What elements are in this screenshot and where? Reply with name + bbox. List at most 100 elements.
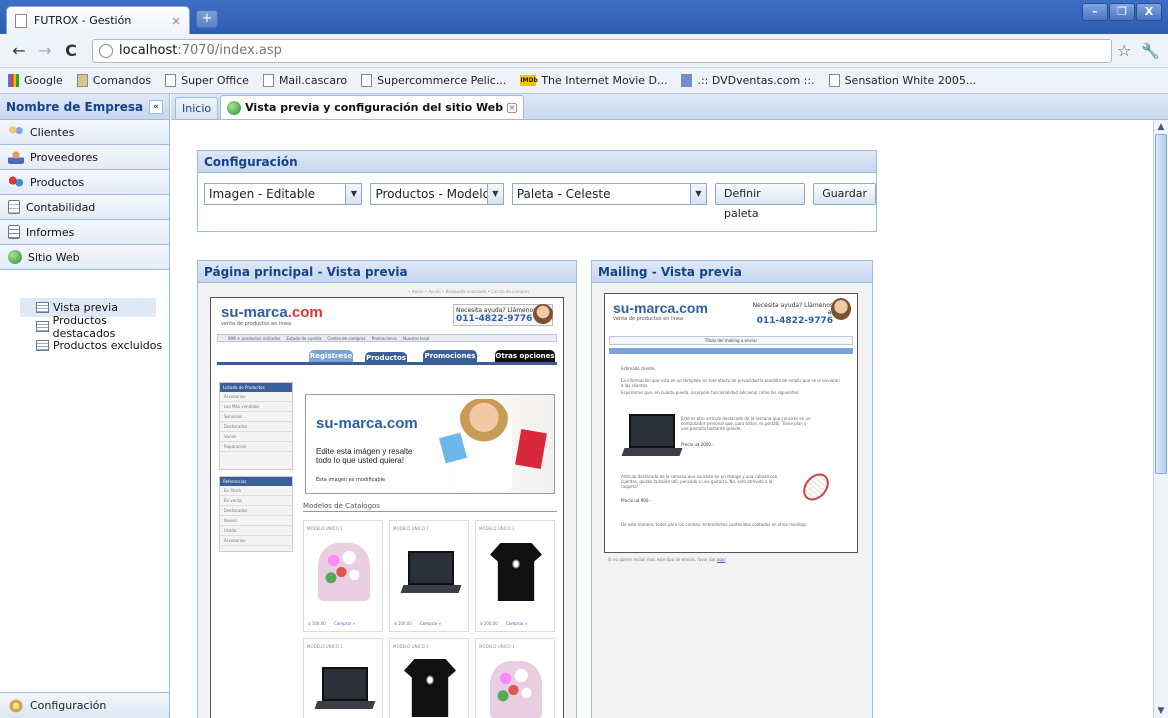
site-linkbar: 999 + productos visitados Estado de cuen… [217, 334, 557, 342]
mailing-paragraph: La información que está en un template e… [621, 378, 840, 388]
url-host: localhost [119, 43, 178, 58]
site-preview[interactable]: su-marca.com venta de productos en linea… [210, 297, 564, 718]
products-icon [8, 175, 24, 189]
forward-button[interactable]: → [34, 41, 56, 60]
chevron-down-icon: ▼ [689, 184, 706, 204]
imdb-icon: IMDb [520, 75, 538, 86]
homepage-preview-title: Página principal - Vista previa [198, 261, 576, 283]
browser-tab[interactable]: FUTROX - Gestión × [6, 6, 190, 34]
wrench-icon[interactable]: 🔧 [1141, 42, 1160, 60]
bookmark-google[interactable]: Google [8, 74, 63, 87]
palette-select[interactable]: Paleta - Celeste ▼ [511, 183, 707, 205]
dvd-icon [681, 74, 693, 87]
menu-tab-promociones: Promociones [423, 350, 477, 362]
sitio-web-tree: Vista previa Productos destacados Produc… [0, 270, 169, 355]
mailing-tagline: venta de productos en linea [613, 316, 684, 322]
page-icon [165, 74, 177, 87]
reload-button[interactable]: C [60, 41, 82, 60]
scroll-up-icon[interactable]: ▲ [1156, 122, 1166, 132]
supplier-icon [8, 150, 24, 164]
site-top-links: • Home • Ayuda • Búsqueda avanzada • Car… [408, 289, 530, 294]
scroll-down-icon[interactable]: ▼ [1156, 706, 1166, 716]
bookmark-sensation[interactable]: Sensation White 2005... [828, 74, 976, 87]
product-card[interactable]: MODELO UNICO 1 [389, 638, 469, 718]
ledger-icon [8, 200, 20, 214]
product-card[interactable]: MODELO UNICO 1 [303, 638, 383, 718]
address-bar[interactable]: localhost :7070/index.asp [92, 38, 1112, 63]
product-card[interactable]: MODELO UNICO 1 $ 100.00 Comprar » [389, 520, 469, 632]
sidebar-item-contabilidad[interactable]: Contabilidad [0, 195, 169, 220]
banner-note: Esta imagen es modificable [316, 477, 386, 483]
unsubscribe-link[interactable]: aquí [717, 557, 726, 562]
bookmark-imdb[interactable]: IMDb The Internet Movie D... [520, 74, 667, 87]
form-icon [36, 321, 49, 332]
product-card[interactable]: MODELO UNICO 1 $ 100.00 Comprar » [475, 520, 555, 632]
image-select[interactable]: Imagen - Editable ▼ [204, 183, 363, 205]
tree-item-productos-excluidos[interactable]: Productos excluidos [20, 336, 169, 355]
mailing-preview-title: Mailing - Vista previa [592, 261, 872, 283]
product-card[interactable]: MODELO UNICO 1 $ 100.00 Comprar » [303, 520, 383, 632]
globe-icon [8, 250, 22, 264]
menu-tab-registrese: Registrese [309, 350, 353, 362]
sidebar-item-clientes[interactable]: Clientes [0, 120, 169, 145]
sidebar-item-informes[interactable]: Informes [0, 220, 169, 245]
support-avatar [533, 304, 553, 324]
users-icon [8, 125, 24, 139]
content-scrollbar[interactable]: ▲ ▼ [1153, 120, 1168, 718]
close-icon[interactable]: × [171, 14, 181, 28]
bookmark-dvdventas[interactable]: .:: DVDventas.com ::. [681, 74, 815, 87]
app: Nombre de Empresa « Clientes Proveedores… [0, 94, 1168, 718]
sidebar-header: Nombre de Empresa « [0, 94, 169, 120]
page-icon [361, 74, 373, 87]
back-button[interactable]: ← [8, 41, 30, 60]
product-card[interactable]: MODELO UNICO 1 [475, 638, 555, 718]
bookmark-super-office[interactable]: Super Office [165, 74, 249, 87]
sidebar-item-productos[interactable]: Productos [0, 170, 169, 195]
sidebar-item-sitio-web[interactable]: Sitio Web [0, 245, 169, 270]
banner-logo: su-marca.com [316, 415, 418, 432]
star-icon[interactable]: ☆ [1117, 41, 1131, 60]
new-tab-button[interactable]: + [196, 10, 218, 28]
page-icon [262, 74, 274, 87]
sidebar-item-configuracion[interactable]: Configuración [0, 692, 169, 718]
bookmark-supercommerce[interactable]: Supercommerce Pelic... [361, 74, 506, 87]
mailing-preview-panel: Mailing - Vista previa su-marca.com vent… [591, 260, 873, 718]
collapse-icon[interactable]: « [149, 99, 163, 114]
company-name: Nombre de Empresa [6, 99, 144, 114]
products-model-select[interactable]: Productos - Modelo 1 ▼ [370, 183, 504, 205]
mailing-help: Necesita ayuda? Llámenos al 011-4822-977… [752, 302, 833, 326]
mailing-unsubscribe: Si no quiere recibir mas este tipo de em… [608, 557, 726, 562]
menu-underline [217, 362, 557, 365]
bookmark-comandos[interactable]: Comandos [76, 74, 151, 87]
flowers-image [490, 661, 542, 718]
catalog-title: Modelos de Catalogos [303, 502, 380, 510]
report-icon [8, 225, 20, 239]
mailing-closing: De esta manera, todos para los correos, … [621, 522, 808, 527]
page-icon [15, 13, 27, 28]
mailing-preview[interactable]: su-marca.com venta de productos en linea… [604, 293, 858, 553]
support-avatar [831, 298, 851, 320]
menu-tab-otras-opciones: Otras opciones [495, 350, 555, 362]
scrollbar-thumb[interactable] [1155, 134, 1167, 474]
mailing-item-price: Precio u$ 2000.- [681, 442, 714, 447]
save-button[interactable]: Guardar [813, 183, 876, 205]
mailing-logo: su-marca.com [613, 300, 708, 316]
flowers-image [318, 543, 370, 601]
tab-inicio[interactable]: Inicio [175, 97, 219, 119]
restore-button[interactable]: ❐ [1109, 3, 1135, 21]
shopping-bag-icon [515, 429, 547, 469]
mailing-item-price: Precio u$ 900.- [621, 498, 652, 503]
form-icon [36, 340, 49, 351]
minimize-button[interactable]: – [1082, 3, 1108, 21]
close-tab-icon[interactable]: × [507, 102, 518, 113]
define-palette-button[interactable]: Definir paleta [714, 183, 806, 220]
tree-item-productos-destacados[interactable]: Productos destacados [20, 314, 169, 340]
browser-tab-title: FUTROX - Gestión [34, 14, 132, 27]
tab-vista-previa[interactable]: Vista previa y configuración del sitio W… [220, 95, 525, 119]
tshirt-image [490, 543, 542, 601]
sidebar-item-proveedores[interactable]: Proveedores [0, 145, 169, 170]
site-logo: su-marca.com [221, 304, 323, 321]
globe-icon [227, 100, 242, 115]
bookmark-mail-cascaro[interactable]: Mail.cascaro [262, 74, 347, 87]
close-window-button[interactable]: X [1136, 3, 1162, 21]
